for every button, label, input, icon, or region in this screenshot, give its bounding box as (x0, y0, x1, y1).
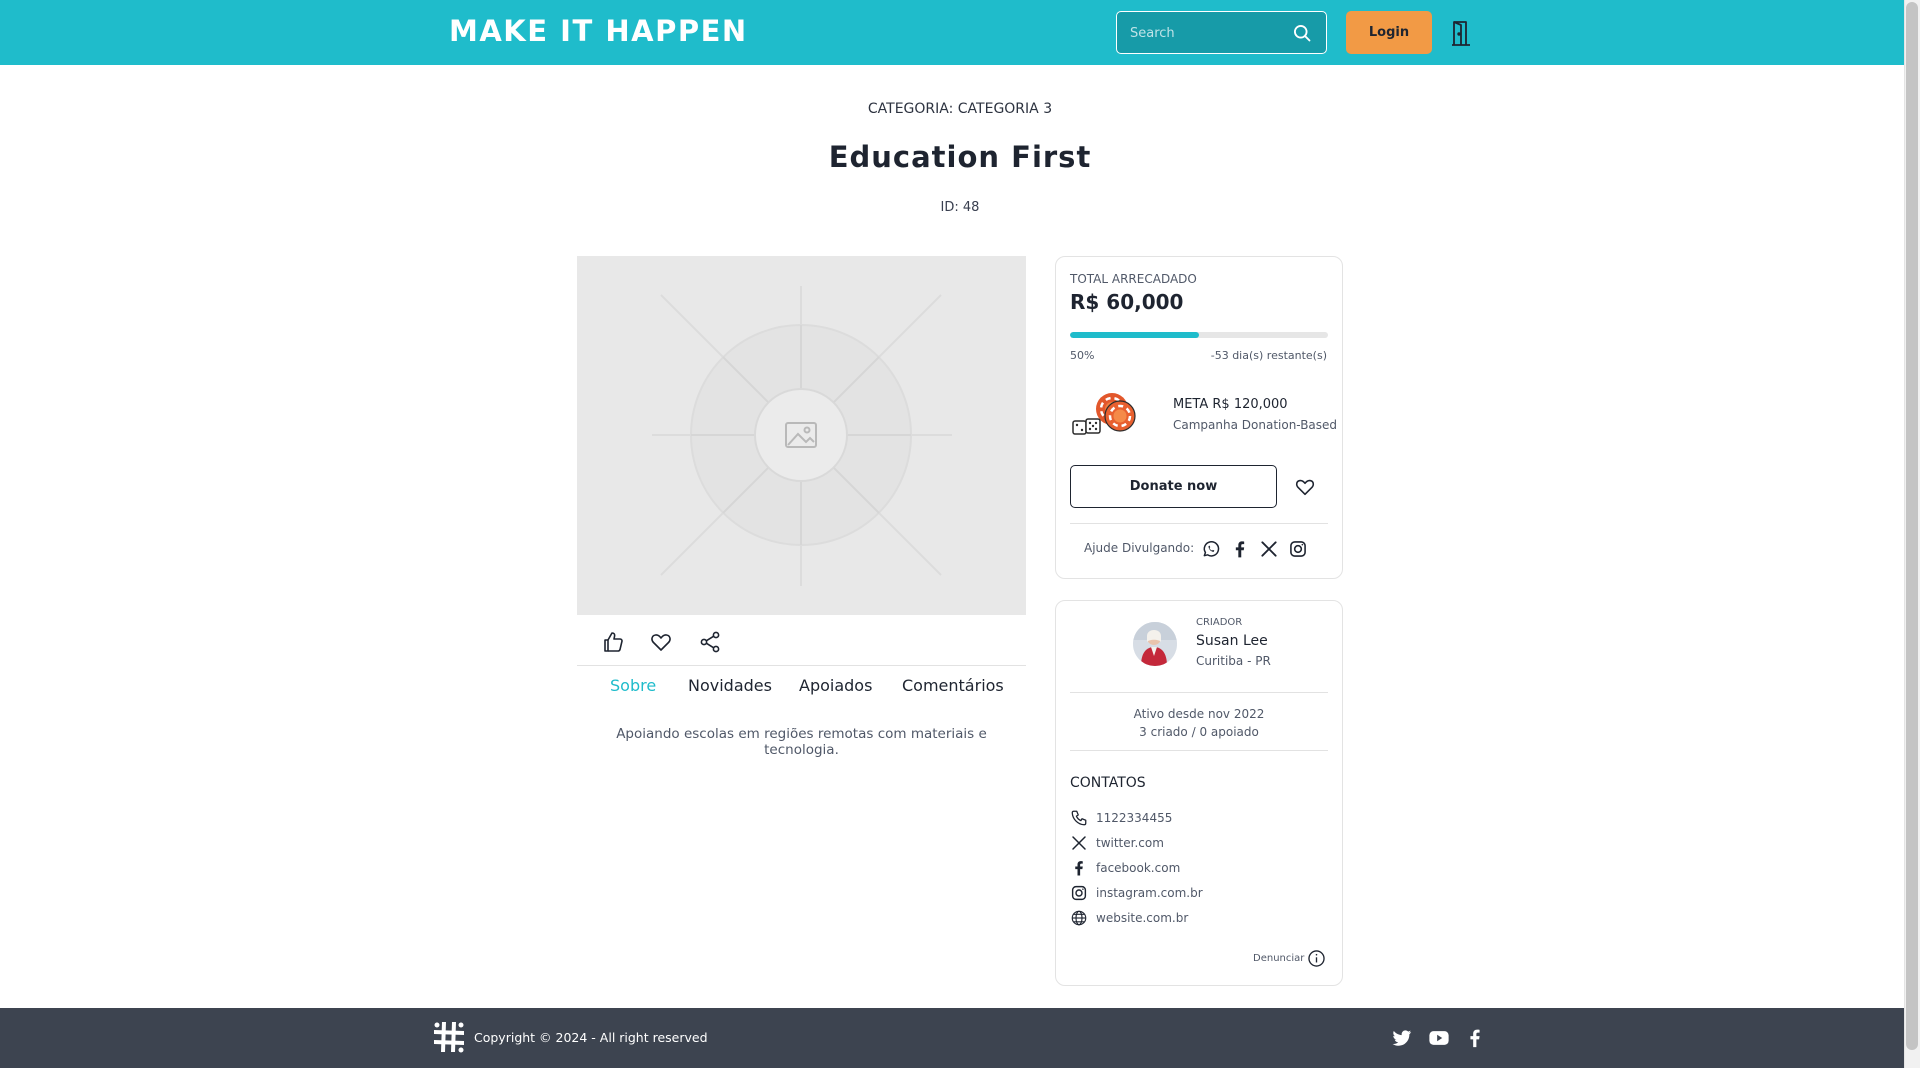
facebook-icon[interactable] (1463, 1027, 1487, 1049)
contact-twitter-text: twitter.com (1096, 836, 1164, 850)
youtube-icon[interactable] (1427, 1027, 1451, 1049)
about-text: Apoiando escolas em regiões remotas com … (616, 726, 987, 758)
donate-now-button[interactable]: Donate now (1070, 465, 1277, 508)
project-actions (577, 620, 1026, 666)
contact-phone-text: 1122334455 (1096, 811, 1173, 825)
x-icon (1072, 836, 1086, 850)
divider (1070, 692, 1328, 693)
contacts-title: CONTATOS (1070, 775, 1146, 791)
info-icon[interactable] (1307, 949, 1326, 968)
footer: Copyright © 2024 - All right reserved (0, 1008, 1904, 1068)
tab-comentarios[interactable]: Comentários (902, 676, 1004, 695)
divider (1070, 750, 1328, 751)
facebook-icon[interactable] (1230, 539, 1250, 559)
login-button[interactable]: Login (1346, 11, 1432, 54)
share-label: Ajude Divulgando: (1084, 541, 1195, 555)
share-icon[interactable] (698, 630, 722, 654)
contact-website[interactable]: website.com.br (1070, 909, 1330, 929)
progress-percent: 50% (1070, 349, 1095, 362)
funding-progress-fill (1070, 332, 1199, 338)
creator-location: Curitiba - PR (1196, 654, 1271, 668)
divider (1070, 523, 1328, 524)
search-icon[interactable] (1292, 23, 1312, 43)
tab-sobre[interactable]: Sobre (610, 676, 656, 695)
whatsapp-icon[interactable] (1201, 539, 1221, 559)
heart-icon[interactable] (649, 630, 673, 654)
avatar-image (1133, 622, 1177, 666)
campaign-type: Campanha Donation-Based (1173, 418, 1338, 432)
site-logo[interactable]: MAKE IT HAPPEN (449, 13, 748, 49)
footer-logo-icon (434, 1022, 464, 1053)
contact-phone[interactable]: 1122334455 (1070, 809, 1330, 829)
heart-icon[interactable] (1294, 476, 1316, 498)
goal-amount: META R$ 120,000 (1173, 397, 1288, 412)
creator-stats: 3 criado / 0 apoiado (1139, 725, 1259, 739)
image-placeholder-graphic (652, 286, 952, 586)
days-remaining: -53 dia(s) restante(s) (1210, 349, 1327, 362)
page-title: Education First (828, 140, 1092, 174)
casino-chips-dice-icon (1072, 393, 1136, 435)
twitter-bird-icon[interactable] (1390, 1027, 1414, 1049)
x-icon[interactable] (1259, 539, 1279, 559)
creator-label: CRIADOR (1196, 617, 1243, 628)
project-image-placeholder (577, 256, 1026, 615)
thumbs-up-icon[interactable] (601, 630, 625, 654)
project-tabs: Sobre Novidades Apoiados Comentários (577, 676, 1026, 702)
contact-instagram-text: instagram.com.br (1096, 886, 1203, 900)
top-navbar: MAKE IT HAPPEN Login (0, 0, 1904, 65)
category-label: CATEGORIA: CATEGORIA 3 (867, 101, 1053, 117)
logout-door-icon[interactable] (1449, 19, 1473, 47)
contact-twitter[interactable]: twitter.com (1070, 834, 1330, 854)
globe-icon (1071, 910, 1087, 926)
phone-icon (1071, 810, 1087, 826)
contact-facebook[interactable]: facebook.com (1070, 859, 1330, 879)
tab-novidades[interactable]: Novidades (688, 676, 772, 695)
instagram-icon[interactable] (1288, 539, 1308, 559)
creator-card: CRIADOR Susan Lee Curitiba - PR Ativo de… (1055, 600, 1343, 986)
search-input[interactable] (1130, 22, 1280, 44)
creator-active-since: Ativo desde nov 2022 (1133, 707, 1265, 721)
contact-instagram[interactable]: instagram.com.br (1070, 884, 1330, 904)
creator-name[interactable]: Susan Lee (1196, 633, 1268, 649)
facebook-icon (1075, 861, 1083, 876)
funding-progress-bar (1070, 332, 1328, 338)
copyright-text: Copyright © 2024 - All right reserved (474, 1030, 708, 1045)
total-raised-label: TOTAL ARRECADADO (1070, 272, 1197, 286)
creator-avatar[interactable] (1133, 622, 1177, 666)
funding-card: TOTAL ARRECADADO R$ 60,000 50% -53 dia(s… (1055, 256, 1343, 579)
report-link[interactable]: Denunciar (1253, 953, 1304, 964)
scrollbar-thumb[interactable] (1906, 2, 1918, 1050)
contact-website-text: website.com.br (1096, 911, 1189, 925)
project-id: ID: 48 (940, 200, 980, 215)
total-raised-amount: R$ 60,000 (1070, 290, 1184, 314)
search-box[interactable] (1116, 11, 1327, 54)
tab-apoiados[interactable]: Apoiados (799, 676, 872, 695)
instagram-icon (1071, 885, 1087, 901)
contact-facebook-text: facebook.com (1096, 861, 1181, 875)
